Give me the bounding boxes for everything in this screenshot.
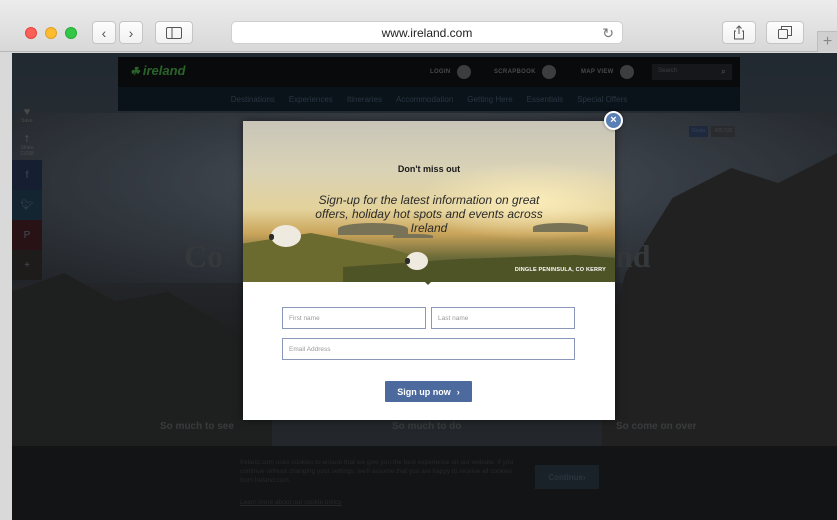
share-button[interactable]	[722, 21, 756, 44]
modal-headline: Don't miss out	[397, 164, 461, 174]
dingle-peninsula-photo: Don't miss out Sign-up for the latest in…	[243, 121, 615, 282]
sheep-head	[405, 258, 410, 264]
sign-up-button[interactable]: Sign up now ›	[385, 381, 472, 402]
first-name-field[interactable]: First name	[282, 307, 426, 329]
tabs-icon	[778, 26, 792, 39]
url-text: www.ireland.com	[381, 25, 473, 40]
sheep-left	[269, 225, 301, 247]
address-bar[interactable]: www.ireland.com ↻	[231, 21, 623, 44]
chevron-right-icon: ›	[128, 24, 134, 41]
image-notch	[423, 280, 433, 285]
sheep-head	[269, 234, 274, 240]
modal-subheading: Sign-up for the latest information on gr…	[315, 193, 543, 235]
forward-button[interactable]: ›	[119, 21, 143, 44]
modal-close-button[interactable]: ×	[604, 111, 623, 130]
reload-icon[interactable]: ↻	[602, 25, 614, 42]
chevron-left-icon: ‹	[101, 24, 107, 41]
chevron-right-icon: ›	[456, 386, 460, 397]
last-name-field[interactable]: Last name	[431, 307, 575, 329]
sidebar-icon	[166, 26, 182, 39]
photo-caption: DINGLE PENINSULA, CO KERRY	[514, 267, 606, 273]
minimize-window-button[interactable]	[45, 27, 57, 39]
back-button[interactable]: ‹	[92, 21, 116, 44]
close-icon: ×	[610, 114, 617, 126]
zoom-window-button[interactable]	[65, 27, 77, 39]
new-tab-button[interactable]: +	[817, 31, 837, 52]
sidebar-button[interactable]	[155, 21, 193, 44]
browser-toolbar: ‹ › www.ireland.com ↻ +	[0, 0, 837, 52]
share-icon	[734, 25, 744, 40]
signup-modal: Don't miss out Sign-up for the latest in…	[243, 121, 615, 420]
tabs-button[interactable]	[766, 21, 804, 44]
sheep-right	[405, 252, 428, 270]
close-window-button[interactable]	[25, 27, 37, 39]
email-field[interactable]: Email Address	[282, 338, 575, 360]
